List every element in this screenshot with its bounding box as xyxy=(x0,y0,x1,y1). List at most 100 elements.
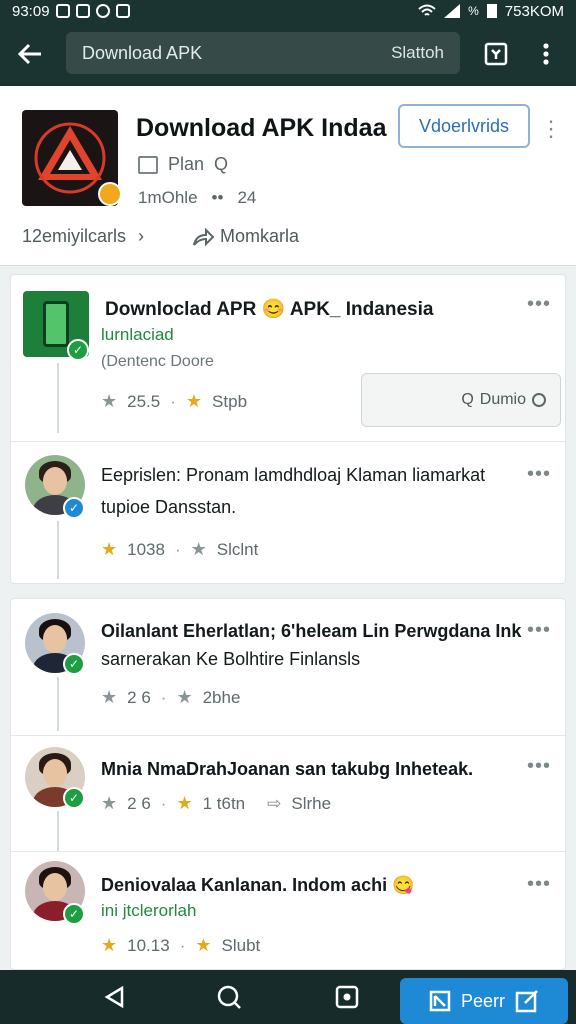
notification-icon xyxy=(95,4,110,18)
bottom-navigation: Peerr xyxy=(0,970,576,1024)
rating-value: 2 6 xyxy=(127,687,151,707)
signal-icon xyxy=(444,4,461,18)
verified-icon: ✓ xyxy=(67,339,89,361)
search-action-button[interactable]: Slattoh xyxy=(391,43,444,63)
search-icon: Q xyxy=(461,391,474,408)
home-square-icon xyxy=(335,985,359,1009)
battery-icon xyxy=(486,4,497,18)
thread-line xyxy=(57,811,59,851)
share-label[interactable]: Slrhe xyxy=(291,794,331,814)
share-icon: ⇨ xyxy=(267,793,282,813)
search-query: Download APK xyxy=(82,42,203,63)
status-time: 93:09 xyxy=(12,2,50,20)
list-item[interactable]: ✓ Deniovalaa Kanlanan. Indom achi 😋 ini … xyxy=(11,851,567,971)
category-label: Plan xyxy=(168,154,205,174)
grid-icon xyxy=(138,155,158,174)
star-icon: ★ xyxy=(101,687,118,707)
status-bar: 93:09 % 753KOM xyxy=(0,0,576,22)
chip-label: Dumio xyxy=(479,391,526,408)
arrow-left-icon xyxy=(17,43,41,65)
post-subtitle: ini jtclerorlah xyxy=(101,901,197,920)
app-count: 24 xyxy=(237,188,257,207)
verified-icon: ✓ xyxy=(63,653,85,675)
emoji-badge-icon xyxy=(98,182,122,206)
verified-icon: ✓ xyxy=(63,903,85,925)
list-item[interactable]: ✓ Eeprislen: Pronam lamdhdloaj Klaman li… xyxy=(11,441,567,585)
share-button[interactable]: Momkarla xyxy=(192,226,299,247)
star-icon: ★ xyxy=(176,687,193,707)
top-app-bar: Download APK Slattoh xyxy=(0,22,576,86)
share-icon xyxy=(193,227,215,246)
verified-icon: ✓ xyxy=(63,497,85,519)
star-icon: ★ xyxy=(101,793,118,813)
post-description: (Dentenc Doore xyxy=(101,353,214,370)
post-more-button[interactable]: ••• xyxy=(527,293,551,316)
new-post-label: Peerr xyxy=(460,990,505,1011)
header-more-button[interactable]: ⋮ xyxy=(540,116,562,142)
chevron-right-icon: › xyxy=(138,226,145,246)
app-header: Download APK Indaa Vdoerlvrids ⋮ Plan Q … xyxy=(0,86,576,266)
stat-secondary: 1 t6tn xyxy=(202,793,246,813)
compose-icon xyxy=(515,990,538,1013)
post-stats: ★ 25.5 · ★ Stpb xyxy=(101,391,248,411)
post-subtitle: lurnlaciad xyxy=(101,325,174,344)
nav-search-button[interactable] xyxy=(214,982,244,1012)
install-button[interactable]: Vdoerlvrids xyxy=(398,104,530,148)
search-input[interactable]: Download APK Slattoh xyxy=(66,32,460,74)
post-stats: ★ 1038 · ★ Slclnt xyxy=(101,539,259,559)
nav-home-button[interactable] xyxy=(332,982,362,1012)
list-item[interactable]: ✓ Downloclad APR 😊 APK_ Indanesia lurnla… xyxy=(11,275,567,441)
post-title-line2: tupioe Dansstan. xyxy=(101,497,237,517)
post-title: Downloclad APR 😊 APK_ Indanesia xyxy=(105,299,434,320)
thread-line xyxy=(57,677,59,731)
stat-secondary: 2bhe xyxy=(202,687,241,707)
bookmark-icon xyxy=(484,42,508,66)
list-item[interactable]: ✓ Mnia NmaDrahJoanan san takubg Inheteak… xyxy=(11,735,567,851)
stat-secondary: Slclnt xyxy=(216,539,259,559)
notification-icon xyxy=(75,4,90,18)
post-more-button[interactable]: ••• xyxy=(527,873,551,896)
star-icon: ★ xyxy=(176,793,193,813)
reviews-link[interactable]: 12emiyilcarls xyxy=(22,226,126,247)
rating-value: 2 6 xyxy=(127,793,151,813)
notification-icon xyxy=(115,4,130,18)
share-label: Momkarla xyxy=(220,226,300,246)
star-icon: ★ xyxy=(195,935,212,955)
post-card: ✓ Downloclad APR 😊 APK_ Indanesia lurnla… xyxy=(10,274,567,585)
app-category: Plan Q xyxy=(138,154,228,175)
post-more-button[interactable]: ••• xyxy=(527,463,551,486)
overflow-menu-button[interactable] xyxy=(532,40,560,68)
new-post-button[interactable]: Peerr xyxy=(400,978,568,1024)
thread-line xyxy=(57,363,59,433)
post-title: Mnia NmaDrahJoanan san takubg Inheteak. xyxy=(101,759,474,779)
post-title: Deniovalaa Kanlanan. Indom achi 😋 xyxy=(101,875,415,895)
post-title: Eeprislen: Pronam lamdhdloaj Klaman liam… xyxy=(101,465,486,485)
rating-value: 1038 xyxy=(127,539,165,559)
post-more-button[interactable]: ••• xyxy=(527,619,551,642)
rating-value: 25.5 xyxy=(127,391,161,411)
star-icon: ★ xyxy=(101,391,118,411)
list-item[interactable]: ✓ Oilanlant Eherlatlan; 6'heleam Lin Per… xyxy=(11,599,567,735)
notification-icon xyxy=(55,4,70,18)
document-icon xyxy=(429,990,451,1012)
triangle-back-icon xyxy=(104,986,124,1008)
star-icon: ★ xyxy=(185,391,203,411)
close-circle-icon xyxy=(532,393,546,407)
app-links: 12emiyilcarls › Momkarla xyxy=(22,226,299,247)
post-more-button[interactable]: ••• xyxy=(527,755,551,778)
post-title-line2: sarnerakan Ke Bolhtire Finlansls xyxy=(101,649,361,669)
stat-secondary: Slubt xyxy=(221,935,261,955)
stat-secondary: Stpb xyxy=(212,391,248,411)
post-stats: ★ 2 6 · ★ 1 t6tn ⇨ Slrhe xyxy=(101,793,332,814)
post-stats: ★ 10.13 · ★ Slubt xyxy=(101,935,261,955)
nav-back-button[interactable] xyxy=(100,982,130,1012)
bookmark-button[interactable] xyxy=(482,40,510,68)
back-button[interactable] xyxy=(0,22,60,86)
battery-percent: % xyxy=(468,4,479,18)
thread-line xyxy=(57,521,59,579)
status-right-text: 753KOM xyxy=(504,2,564,20)
search-chip-button[interactable]: Q Dumio xyxy=(361,373,561,427)
search-icon: Q xyxy=(214,154,229,174)
star-icon: ★ xyxy=(101,935,118,955)
search-icon xyxy=(217,985,241,1009)
